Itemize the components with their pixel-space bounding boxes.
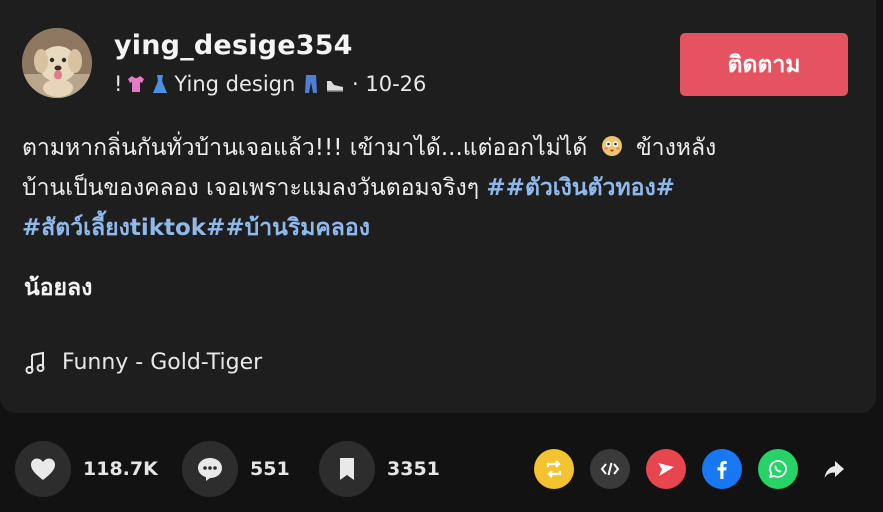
heart-icon xyxy=(31,458,55,480)
shirt-icon xyxy=(126,73,146,95)
subline-separator: · xyxy=(345,72,366,96)
caption-line-3: #สัตว์เลี้ยงtiktok##บ้านริมคลอง xyxy=(22,208,842,248)
whatsapp-share-button[interactable] xyxy=(758,449,798,489)
hashtag-link[interactable]: #สัตว์เลี้ยงtiktok# xyxy=(22,215,225,241)
caption-text-2: บ้านเป็นของคลอง เจอเพราะแมลงวันตอมจริงๆ xyxy=(22,175,487,201)
subline-prefix: ! xyxy=(114,72,123,96)
code-embed-icon xyxy=(600,462,620,476)
whatsapp-icon xyxy=(768,460,787,479)
subline-name: Ying design xyxy=(174,72,296,96)
hashtag-link[interactable]: ##ตัวเงินตัวทอง# xyxy=(486,175,675,201)
caption-line-1: ตามหากลิ่นกันทั่วบ้านเจอแล้ว!!! เข้ามาได… xyxy=(22,128,842,168)
more-share-button[interactable] xyxy=(814,449,854,489)
save-count: 3351 xyxy=(387,458,440,480)
repost-button[interactable] xyxy=(534,449,574,489)
save-circle xyxy=(319,441,375,497)
caption-text-1b: ข้างหลัง xyxy=(635,135,717,161)
send-button[interactable] xyxy=(646,449,686,489)
dress-icon xyxy=(150,73,170,95)
facebook-icon xyxy=(717,460,727,479)
puppy-avatar-image xyxy=(22,28,92,98)
username[interactable]: ying_desige354 xyxy=(114,30,353,61)
like-circle xyxy=(15,441,71,497)
music-title: Funny - Gold-Tiger xyxy=(62,350,263,375)
post-caption: ตามหากลิ่นกันทั่วบ้านเจอแล้ว!!! เข้ามาได… xyxy=(22,128,842,248)
caption-line-2: บ้านเป็นของคลอง เจอเพราะแมลงวันตอมจริงๆ … xyxy=(22,168,842,208)
bookmark-icon xyxy=(340,458,354,480)
avatar[interactable] xyxy=(22,28,92,98)
like-count: 118.7K xyxy=(83,458,158,480)
share-arrow-icon xyxy=(824,461,844,478)
comment-count: 551 xyxy=(250,458,290,480)
comment-button[interactable]: 551 xyxy=(182,441,290,497)
embed-button[interactable] xyxy=(590,449,630,489)
post-date: 10-26 xyxy=(365,72,427,96)
show-less-button[interactable]: น้อยลง xyxy=(24,270,92,306)
comment-circle xyxy=(182,441,238,497)
facebook-share-button[interactable] xyxy=(702,449,742,489)
save-button[interactable]: 3351 xyxy=(319,441,440,497)
paper-plane-icon xyxy=(658,463,674,476)
post-card: ying_desige354 ! Ying design · 10-26 ติด… xyxy=(0,0,876,413)
jeans-icon xyxy=(301,73,321,95)
flushed-face-emoji-icon xyxy=(601,136,622,156)
follow-button[interactable]: ติดตาม xyxy=(680,33,848,96)
like-button[interactable]: 118.7K xyxy=(15,441,158,497)
comment-icon xyxy=(198,458,222,481)
shoe-icon xyxy=(325,73,345,95)
hashtag-link[interactable]: #บ้านริมคลอง xyxy=(225,215,370,241)
music-link[interactable]: Funny - Gold-Tiger xyxy=(24,350,262,375)
music-note-icon xyxy=(25,351,45,374)
nickname-and-date: ! Ying design · 10-26 xyxy=(114,72,426,96)
caption-text-1a: ตามหากลิ่นกันทั่วบ้านเจอแล้ว!!! เข้ามาได… xyxy=(22,135,588,161)
repost-icon xyxy=(546,460,562,478)
